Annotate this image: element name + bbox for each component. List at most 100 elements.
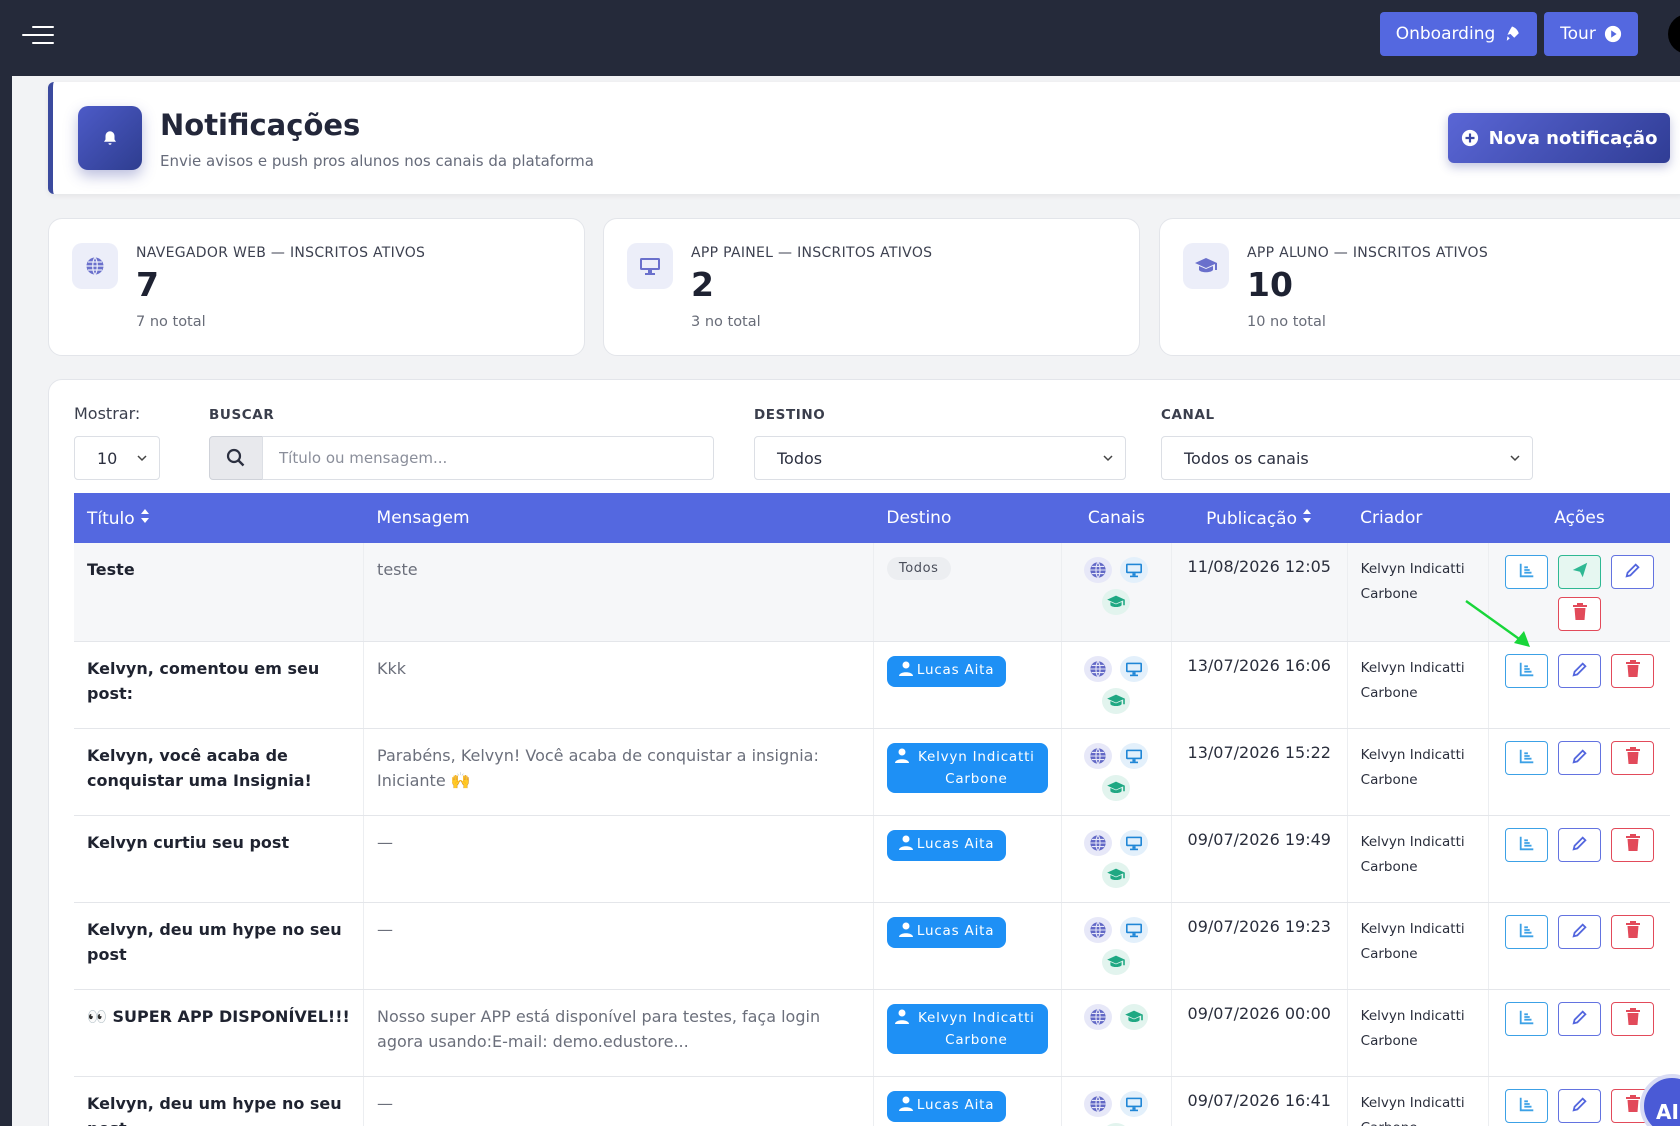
edit-button[interactable]	[1558, 914, 1602, 949]
edit-button[interactable]	[1558, 740, 1602, 775]
edit-button[interactable]	[1558, 1088, 1602, 1123]
cell-titulo: Kelvyn, deu um hype no seu post	[74, 902, 365, 990]
sort-icon	[141, 508, 150, 523]
notifications-table-card: Mostrar: 10 BUSCAR DESTINO Todos CANAL T…	[48, 379, 1680, 1126]
cell-mensagem: —	[363, 815, 874, 903]
cell-titulo: Kelvyn, deu um hype no seu post	[74, 1076, 365, 1126]
edit-button[interactable]	[1558, 1001, 1602, 1036]
pencil-icon	[1624, 561, 1642, 583]
stats-button[interactable]	[1505, 1001, 1549, 1036]
cell-mensagem: —	[363, 1076, 874, 1126]
column-header-publicacao[interactable]: Publicação	[1171, 493, 1348, 543]
column-header-destino: Destino	[873, 493, 1062, 543]
chart-icon	[1518, 660, 1536, 682]
page-header: Notificações Envie avisos e push pros al…	[48, 82, 1680, 194]
cell-titulo: Kelvyn, comentou em seu post:	[74, 641, 365, 729]
destino-badge: Kelvyn Indicatti Carbone	[886, 742, 1048, 793]
graduation-cap-icon	[1102, 774, 1131, 801]
cell-canais	[1061, 902, 1172, 990]
pencil-icon	[1571, 834, 1589, 856]
page-subtitle: Envie avisos e push pros alunos nos cana…	[160, 152, 594, 170]
green-arrow-annotation-icon	[1465, 600, 1530, 647]
stats-button[interactable]	[1505, 914, 1549, 949]
cell-criador: Kelvyn Indicatti Carbone	[1347, 641, 1490, 729]
graduation-cap-icon	[1102, 687, 1131, 714]
cell-publicacao: 09/07/2026 19:49	[1171, 815, 1348, 903]
cell-destino: Lucas Aita	[873, 641, 1062, 729]
globe-icon	[1084, 557, 1113, 583]
graduation-cap-icon	[1102, 861, 1131, 888]
table-row: 👀 SUPER APP DISPONÍVEL!!! Nosso super AP…	[74, 989, 1670, 1077]
stats-button[interactable]	[1505, 1088, 1549, 1123]
canal-label: CANAL	[1161, 407, 1215, 423]
user-avatar[interactable]	[1668, 14, 1680, 54]
stats-button[interactable]	[1505, 740, 1549, 775]
trash-icon	[1625, 1007, 1641, 1030]
delete-button[interactable]	[1611, 653, 1655, 688]
delete-button[interactable]	[1558, 597, 1602, 631]
tour-button[interactable]: Tour	[1544, 12, 1638, 56]
search-icon	[226, 448, 245, 467]
cell-publicacao: 09/07/2026 00:00	[1171, 989, 1348, 1077]
stat-card-painel: APP PAINEL — INSCRITOS ATIVOS 2 3 no tot…	[603, 218, 1140, 356]
edit-button[interactable]	[1611, 555, 1655, 589]
cell-destino: Lucas Aita	[873, 815, 1062, 903]
search-label: BUSCAR	[209, 407, 275, 423]
stats-button[interactable]	[1505, 827, 1549, 862]
canal-select[interactable]: Todos os canais	[1161, 436, 1533, 480]
stats-button[interactable]	[1505, 555, 1549, 589]
cell-criador: Kelvyn Indicatti Carbone	[1347, 902, 1490, 990]
globe-icon	[1084, 742, 1113, 769]
cell-acoes	[1488, 641, 1670, 729]
destino-badge: Lucas Aita	[886, 829, 1007, 861]
search-button[interactable]	[209, 436, 263, 480]
chart-icon	[1518, 1008, 1536, 1030]
edit-button[interactable]	[1558, 827, 1602, 862]
user-icon	[898, 661, 913, 684]
pencil-icon	[1571, 1008, 1589, 1030]
stat-card-aluno: APP ALUNO — INSCRITOS ATIVOS 10 10 no to…	[1159, 218, 1680, 356]
cell-criador: Kelvyn Indicatti Carbone	[1347, 989, 1490, 1077]
graduation-cap-icon	[1120, 1003, 1149, 1030]
cell-destino: Kelvyn Indicatti Carbone	[873, 728, 1062, 816]
stats-button[interactable]	[1505, 653, 1549, 688]
cell-mensagem: —	[363, 902, 874, 990]
cell-publicacao: 13/07/2026 16:06	[1171, 641, 1348, 729]
user-icon	[898, 1096, 913, 1119]
cell-canais	[1061, 815, 1172, 903]
destino-label: DESTINO	[754, 407, 826, 423]
table-row: Kelvyn, deu um hype no seu post — Lucas …	[74, 902, 1670, 990]
pencil-icon	[1571, 921, 1589, 943]
menu-toggle-icon[interactable]	[22, 24, 54, 46]
delete-button[interactable]	[1611, 1001, 1655, 1036]
cell-canais	[1061, 641, 1172, 729]
column-header-mensagem: Mensagem	[363, 493, 874, 543]
page-title: Notificações	[160, 108, 361, 142]
table-row: Kelvyn, comentou em seu post: Kkk Lucas …	[74, 641, 1670, 729]
delete-button[interactable]	[1611, 914, 1655, 949]
play-circle-icon	[1604, 25, 1621, 43]
graduation-cap-icon	[1102, 1122, 1131, 1126]
globe-icon	[1084, 1090, 1113, 1117]
onboarding-button[interactable]: Onboarding	[1380, 12, 1537, 56]
edit-button[interactable]	[1558, 653, 1602, 688]
destino-select[interactable]: Todos	[754, 436, 1126, 480]
new-notification-button[interactable]: Nova notificação	[1448, 113, 1670, 163]
cell-publicacao: 13/07/2026 15:22	[1171, 728, 1348, 816]
chart-icon	[1518, 747, 1536, 769]
globe-icon	[1084, 916, 1113, 943]
send-button[interactable]	[1558, 555, 1602, 589]
delete-button[interactable]	[1611, 740, 1655, 775]
chart-icon	[1518, 1095, 1536, 1117]
page-size-select[interactable]: 10	[74, 436, 160, 480]
column-header-titulo[interactable]: Título	[74, 493, 364, 543]
chevron-down-icon	[1510, 455, 1520, 462]
search-input[interactable]	[262, 436, 714, 480]
trash-icon	[1625, 833, 1641, 856]
stat-total: 10 no total	[1247, 314, 1326, 330]
table-row: Teste teste Todos 11/08/2026 12:05 Kelvy…	[74, 543, 1670, 642]
cell-mensagem: teste	[363, 543, 874, 642]
trash-icon	[1572, 603, 1588, 625]
delete-button[interactable]	[1611, 827, 1655, 862]
cell-criador: Kelvyn Indicatti Carbone	[1347, 728, 1490, 816]
